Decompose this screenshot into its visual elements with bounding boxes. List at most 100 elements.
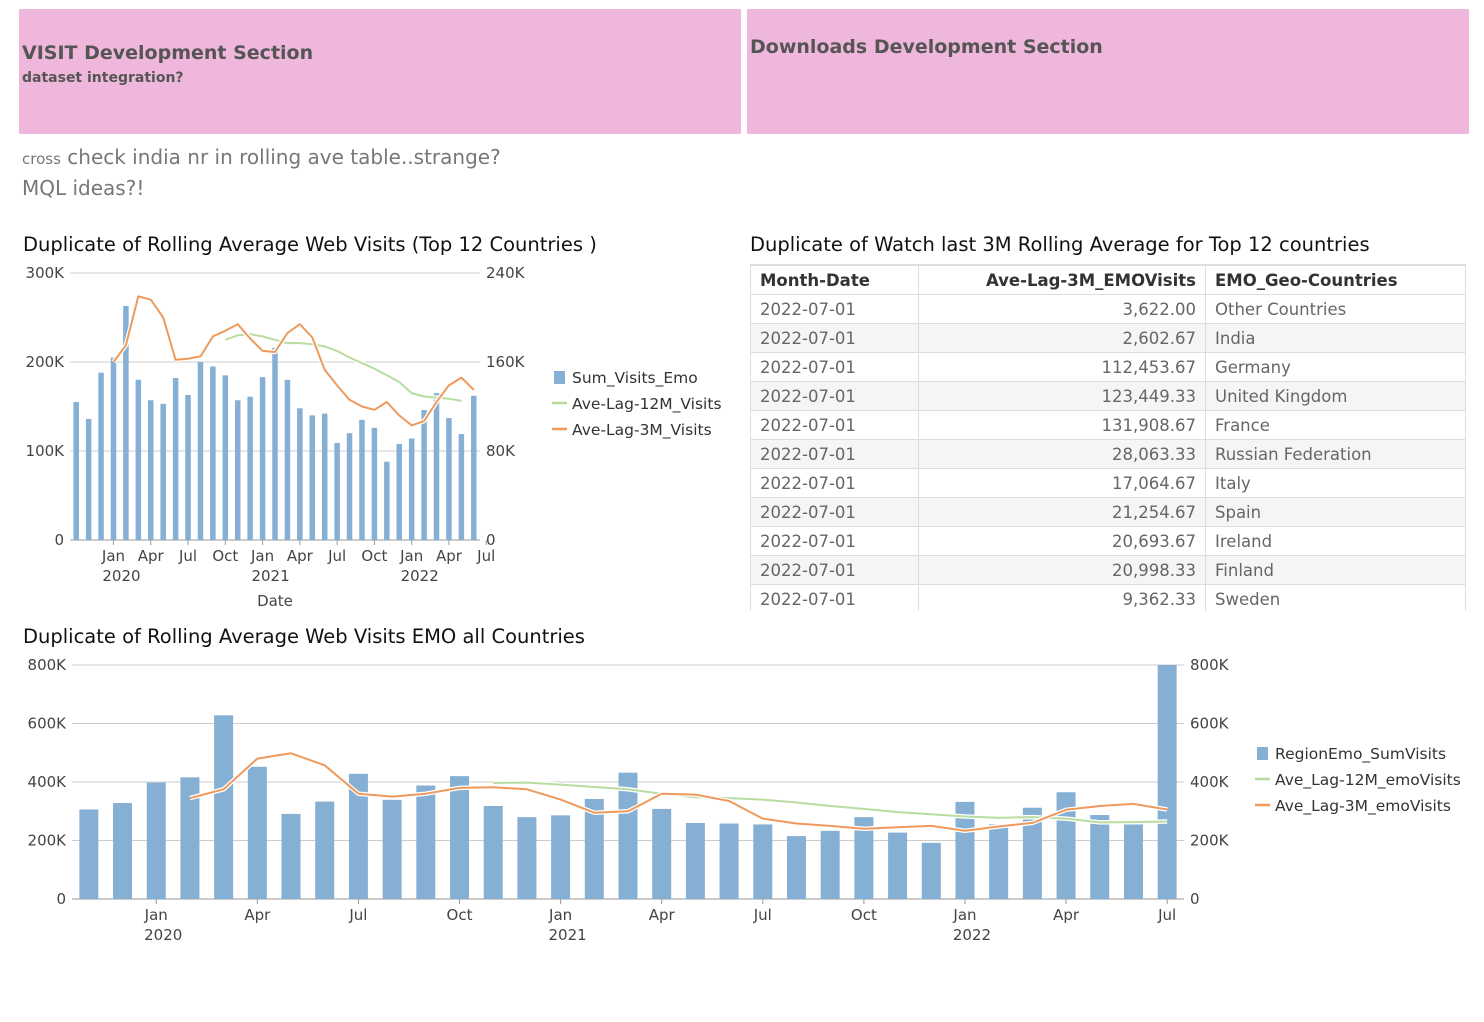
bar [113,803,133,899]
table-row[interactable]: 2022-07-01 28,063.33 Russian Federation [750,439,1466,469]
bar [408,438,415,540]
banner-subtitle: dataset integration? [22,70,184,86]
downloads-development-banner: Downloads Development Section [747,9,1469,134]
cell-ave-lag-3m: 9,362.33 [918,584,1206,611]
bar [334,442,340,540]
bar [517,817,537,899]
table-row[interactable]: 2022-07-01 112,453.67 Germany [750,352,1466,382]
legend-label: Ave-Lag-3M_Visits [572,421,712,440]
cell-month-date: 2022-07-01 [750,439,919,469]
cell-country: Germany [1205,352,1466,382]
x-tick-label: Jan [144,906,168,924]
rolling-average-table[interactable]: Month-Date Ave-Lag-3M_EMOVisits EMO_Geo-… [750,264,1466,611]
legend-label: Ave_Lag-12M_emoVisits [1275,771,1461,790]
cell-country: Italy [1205,468,1466,498]
bar [247,396,253,540]
cell-country: Spain [1205,497,1466,527]
y-tick-label: 400K [28,773,68,791]
bar [753,824,773,899]
cell-country: Finland [1205,555,1466,585]
cell-month-date: 2022-07-01 [750,584,919,611]
table-row[interactable]: 2022-07-01 20,693.67 Ireland [750,526,1466,556]
bar [719,823,739,899]
cell-country: Russian Federation [1205,439,1466,469]
cell-ave-lag-3m: 112,453.67 [918,352,1206,382]
cell-ave-lag-3m: 21,254.67 [918,497,1206,527]
bar [222,375,229,540]
bar [321,413,328,540]
bar [110,357,117,540]
bar [786,836,806,899]
x-tick-label: Jul [178,547,197,565]
y2-tick-label: 0 [1190,890,1200,908]
table-row[interactable]: 2022-07-01 17,064.67 Italy [750,468,1466,498]
bottom-chart[interactable]: 0 0 200K 200K 400K 400K 600K 600K 800K 800K Jan 202… [0,650,1484,950]
visit-development-banner: VISIT Development Section dataset integr… [19,9,741,134]
bar [315,801,335,899]
y2-tick-label: 240K [486,264,526,282]
x-tick-label: Oct [447,906,473,924]
col-geo-countries[interactable]: EMO_Geo-Countries [1205,265,1466,295]
y-tick-label: 200K [28,832,68,850]
bar [446,418,452,540]
cell-month-date: 2022-07-01 [750,555,919,585]
legend-label: RegionEmo_SumVisits [1275,745,1446,764]
bar [421,410,427,540]
cell-country: United Kingdom [1205,381,1466,411]
legend-label: Ave_Lag-3M_emoVisits [1275,797,1451,816]
table-row[interactable]: 2022-07-01 123,449.33 United Kingdom [750,381,1466,411]
bar [416,785,436,899]
bottom-chart-title: Duplicate of Rolling Average Web Visits … [23,625,585,648]
cell-country: Ireland [1205,526,1466,556]
bar [359,419,365,540]
y-tick-label: 200K [26,353,66,371]
x-tick-year: 2020 [102,567,140,585]
x-tick-label: Apr [649,906,676,924]
table-row[interactable]: 2022-07-01 20,998.33 Finland [750,555,1466,585]
y2-tick-label: 400K [1190,773,1230,791]
table-row[interactable]: 2022-07-01 21,254.67 Spain [750,497,1466,527]
table-row[interactable]: 2022-07-01 131,908.67 France [750,410,1466,440]
bar [652,808,672,899]
y2-tick-label: 600K [1190,715,1230,733]
cell-month-date: 2022-07-01 [750,323,919,353]
legend-swatch [1257,747,1268,760]
col-ave-lag-3m[interactable]: Ave-Lag-3M_EMOVisits [918,265,1206,295]
bar [214,715,234,899]
table-row[interactable]: 2022-07-01 9,362.33 Sweden [750,584,1466,611]
bar [234,400,241,540]
cell-month-date: 2022-07-01 [750,381,919,411]
y-tick-label: 0 [56,890,66,908]
bar [921,842,941,899]
cell-ave-lag-3m: 3,622.00 [918,294,1206,324]
table-row[interactable]: 2022-07-01 2,602.67 India [750,323,1466,353]
y-tick-label: 800K [28,656,68,674]
bar [148,400,154,540]
cell-ave-lag-3m: 20,693.67 [918,526,1206,556]
x-tick-label: Jan [548,906,572,924]
x-tick-label: Jul [327,547,346,565]
cell-ave-lag-3m: 2,602.67 [918,323,1206,353]
y2-tick-label: 80K [486,442,516,460]
x-tick-label: Jul [1157,906,1176,924]
col-month-date[interactable]: Month-Date [750,265,919,295]
table-row[interactable]: 2022-07-01 3,622.00 Other Countries [750,294,1466,324]
bar [820,830,840,899]
top-chart[interactable]: 0 0100K 80K200K 160K300K 240KJan2020Apr Jul Oc… [0,255,740,615]
bar [346,433,353,540]
bar [135,379,142,540]
x-tick-label: Oct [851,906,877,924]
x-tick-label: Oct [361,547,387,565]
bar [73,402,79,540]
bar [259,377,266,540]
cell-month-date: 2022-07-01 [750,526,919,556]
cell-ave-lag-3m: 131,908.67 [918,410,1206,440]
bar [551,815,571,899]
notes-line1: check india nr in rolling ave table..str… [67,145,501,169]
x-tick-label: Jan [250,547,274,565]
x-tick-year: 2022 [401,567,439,585]
cell-country: India [1205,323,1466,353]
x-tick-label: Jan [952,906,976,924]
banner-title: Downloads Development Section [750,36,1103,58]
x-tick-year: 2021 [251,567,289,585]
